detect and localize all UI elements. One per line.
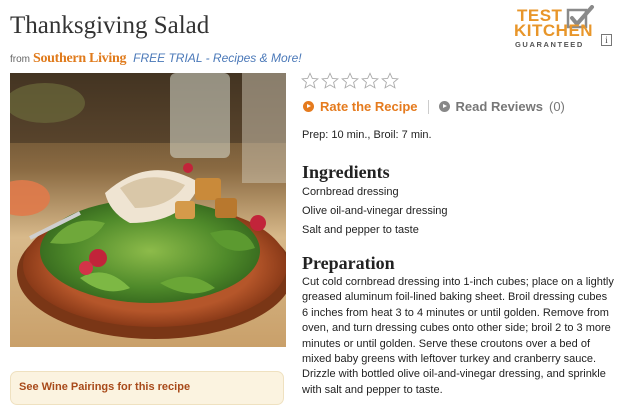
rating-actions: Rate the Recipe Read Reviews (0) <box>303 99 565 114</box>
star-icon[interactable] <box>321 72 339 90</box>
arrow-circle-icon <box>303 101 314 112</box>
rate-recipe-link[interactable]: Rate the Recipe <box>303 99 418 114</box>
info-icon[interactable]: i <box>601 34 612 46</box>
list-item: Olive oil-and-vinegar dressing <box>302 205 448 217</box>
rate-recipe-label: Rate the Recipe <box>320 99 418 114</box>
preparation-text: Cut cold cornbread dressing into 1-inch … <box>302 276 614 396</box>
star-icon[interactable] <box>381 72 399 90</box>
star-icon[interactable] <box>341 72 359 90</box>
reviews-count: (0) <box>548 99 565 114</box>
test-kitchen-guaranteed-logo: TEST KITCHEN GUARANTEED <box>513 5 595 54</box>
preparation-heading: Preparation <box>302 253 395 273</box>
star-icon[interactable] <box>301 72 319 90</box>
star-icon[interactable] <box>361 72 379 90</box>
wine-pairings-link[interactable]: See Wine Pairings for this recipe <box>10 371 284 405</box>
list-item: Salt and pepper to taste <box>302 224 419 236</box>
free-trial-link[interactable]: FREE TRIAL - Recipes & More! <box>133 51 302 65</box>
recipe-photo <box>10 73 286 347</box>
ingredients-list: Cornbread dressing Olive oil-and-vinegar… <box>302 183 448 240</box>
prep-times: Prep: 10 min., Broil: 7 min. <box>302 129 432 141</box>
read-reviews-link[interactable]: Read Reviews (0) <box>438 99 565 114</box>
badge-line3: GUARANTEED <box>515 40 584 49</box>
ingredients-heading: Ingredients <box>302 162 390 182</box>
recipe-title: Thanksgiving Salad <box>10 12 210 39</box>
salad-photo-illustration <box>10 73 286 347</box>
source-line: from Southern Living FREE TRIAL - Recipe… <box>10 51 302 67</box>
arrow-circle-icon <box>438 101 450 112</box>
from-label: from <box>10 54 30 65</box>
list-item: Cornbread dressing <box>302 186 399 198</box>
star-rating[interactable] <box>301 72 399 90</box>
badge-line2: KITCHEN <box>514 21 594 40</box>
divider <box>427 99 429 114</box>
southern-living-logo[interactable]: Southern Living <box>33 51 126 67</box>
read-reviews-label: Read Reviews <box>455 99 543 114</box>
